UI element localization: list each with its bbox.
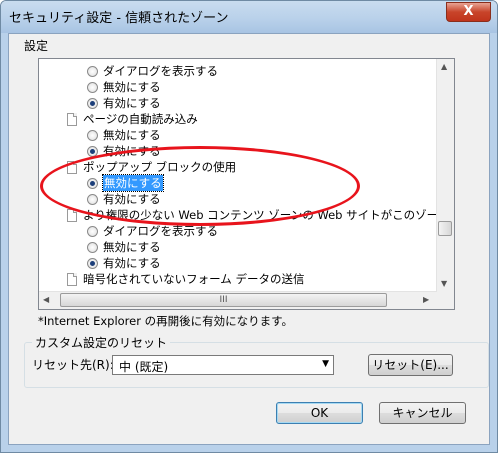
custom-reset-group-label: カスタム設定のリセット: [32, 334, 171, 351]
document-icon: [67, 161, 77, 174]
setting-heading-label: より権限の少ない Web コンテンツ ゾーンの Web サイトがこのゾーンに移動…: [83, 208, 455, 222]
horizontal-scroll-thumb[interactable]: III: [60, 293, 387, 307]
window-frame-bottom: [1, 445, 497, 452]
vertical-scroll-thumb[interactable]: [438, 221, 452, 236]
scroll-grip-icon: III: [219, 295, 228, 305]
radio-unchecked-icon[interactable]: [87, 130, 98, 141]
radio-checked-icon[interactable]: [87, 146, 98, 157]
radio-option-label[interactable]: 無効にする: [103, 127, 161, 143]
radio-option-label[interactable]: 無効にする: [102, 174, 164, 192]
reset-button[interactable]: リセット(E)...: [368, 354, 453, 376]
setting-heading-label: ページの自動読み込み: [83, 112, 198, 126]
radio-option-label[interactable]: 無効にする: [103, 239, 161, 255]
title-bar[interactable]: セキュリティ設定 - 信頼されたゾーン X: [1, 1, 497, 33]
radio-option-label[interactable]: ダイアログを表示する: [103, 63, 218, 79]
chevron-down-icon[interactable]: ▼: [322, 359, 329, 369]
reset-to-label: リセット先(R):: [32, 358, 114, 372]
radio-option-label[interactable]: 有効にする: [103, 255, 161, 271]
setting-heading-label: ポップアップ ブロックの使用: [83, 160, 237, 174]
ok-button[interactable]: OK: [276, 402, 363, 424]
window-frame-right: [490, 33, 497, 452]
document-icon: [67, 209, 77, 222]
radio-option-label[interactable]: 有効にする: [103, 143, 161, 159]
radio-checked-icon[interactable]: [87, 98, 98, 109]
radio-unchecked-icon[interactable]: [87, 242, 98, 253]
cancel-button[interactable]: キャンセル: [379, 402, 466, 424]
document-icon: [67, 273, 77, 286]
scroll-right-arrow-icon[interactable]: ▶: [423, 295, 429, 304]
radio-option-label[interactable]: 無効にする: [103, 79, 161, 95]
radio-option-label[interactable]: ダイアログを表示する: [103, 223, 218, 239]
scrollbar-corner: [437, 292, 454, 309]
radio-option-label[interactable]: 有効にする: [103, 95, 161, 111]
window-title: セキュリティ設定 - 信頼されたゾーン: [9, 11, 229, 26]
settings-label: 設定: [24, 39, 49, 53]
dropdown-value: 中 (既定): [119, 360, 169, 374]
scroll-down-arrow-icon[interactable]: ▼: [441, 279, 447, 288]
horizontal-scrollbar[interactable]: ◀ III ▶: [39, 291, 437, 309]
setting-heading-label: 暗号化されていないフォーム データの送信: [83, 272, 305, 286]
radio-unchecked-icon[interactable]: [87, 194, 98, 205]
restart-note: *Internet Explorer の再開後に有効になります。: [38, 314, 293, 328]
settings-tree-list[interactable]: ダイアログを表示する 無効にする 有効にする ページの自動読み込み 無効にする 有効にする…: [38, 58, 455, 310]
radio-unchecked-icon[interactable]: [87, 82, 98, 93]
radio-checked-icon[interactable]: [87, 178, 98, 189]
document-icon: [67, 113, 77, 126]
reset-level-dropdown[interactable]: 中 (既定) ▼: [112, 355, 334, 375]
scroll-left-arrow-icon[interactable]: ◀: [43, 295, 49, 304]
window-frame-left: [1, 33, 8, 452]
close-button[interactable]: X: [446, 2, 491, 22]
vertical-scrollbar[interactable]: ▲ ▼: [436, 59, 454, 292]
radio-unchecked-icon[interactable]: [87, 66, 98, 77]
radio-option-label[interactable]: 有効にする: [103, 191, 161, 207]
radio-unchecked-icon[interactable]: [87, 226, 98, 237]
radio-checked-icon[interactable]: [87, 258, 98, 269]
scroll-up-arrow-icon[interactable]: ▲: [441, 62, 447, 71]
